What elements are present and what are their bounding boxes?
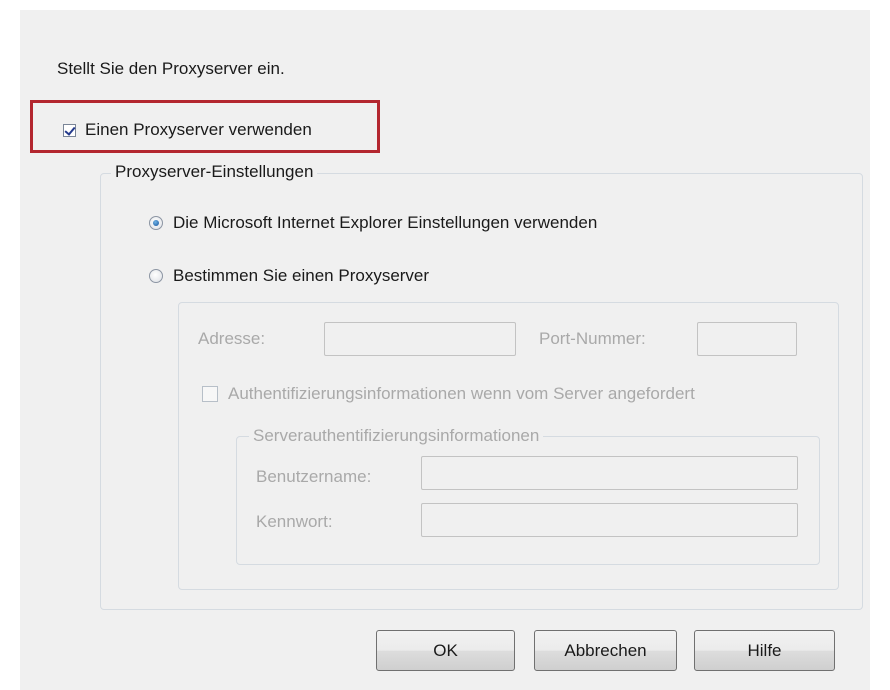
port-label: Port-Nummer:	[539, 329, 646, 348]
auth-label[interactable]: Authentifizierungsinformationen wenn vom…	[228, 384, 695, 404]
auth-checkbox-row[interactable]: Authentifizierungsinformationen wenn vom…	[202, 384, 695, 404]
intro-text: Stellt Sie den Proxyserver ein.	[57, 59, 285, 78]
password-label: Kennwort:	[256, 512, 333, 531]
ok-button[interactable]: OK	[376, 630, 515, 671]
highlight-box	[30, 100, 380, 153]
cancel-button[interactable]: Abbrechen	[534, 630, 677, 671]
address-label: Adresse:	[198, 329, 266, 348]
radio-ie-button[interactable]	[149, 216, 163, 230]
port-input[interactable]	[697, 322, 797, 356]
radio-custom-button[interactable]	[149, 269, 163, 283]
radio-ie-label[interactable]: Die Microsoft Internet Explorer Einstell…	[173, 213, 597, 233]
password-input[interactable]	[421, 503, 798, 537]
radio-custom-row[interactable]: Bestimmen Sie einen Proxyserver	[149, 266, 429, 286]
address-input[interactable]	[324, 322, 516, 356]
username-label: Benutzername:	[256, 467, 372, 486]
radio-ie-row[interactable]: Die Microsoft Internet Explorer Einstell…	[149, 213, 597, 233]
auth-checkbox[interactable]	[202, 386, 218, 402]
proxy-settings-legend: Proxyserver-Einstellungen	[111, 162, 318, 182]
radio-custom-label[interactable]: Bestimmen Sie einen Proxyserver	[173, 266, 429, 286]
username-input[interactable]	[421, 456, 798, 490]
help-button[interactable]: Hilfe	[694, 630, 835, 671]
server-auth-legend: Serverauthentifizierungsinformationen	[249, 426, 544, 446]
